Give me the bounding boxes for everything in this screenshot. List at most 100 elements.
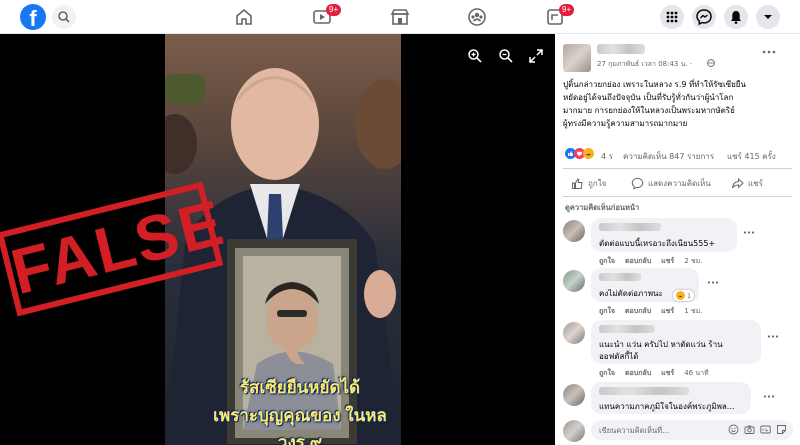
share-button[interactable]: แชร์ bbox=[731, 174, 763, 192]
post-photo-viewer: FALSE รัสเซียยืนหยัดได้ เพราะบุญคุณของ ใ… bbox=[0, 34, 555, 445]
more-options-icon bbox=[763, 395, 775, 398]
search-icon bbox=[58, 11, 70, 23]
like-button[interactable]: ถูกใจ bbox=[571, 174, 606, 192]
share-label: แชร์ bbox=[748, 178, 763, 188]
search-button[interactable] bbox=[52, 5, 76, 29]
groups-icon bbox=[468, 8, 486, 26]
fullscreen-button[interactable] bbox=[528, 48, 544, 64]
comment-like-link[interactable]: ถูกใจ bbox=[599, 256, 615, 267]
facebook-logo-letter: f bbox=[29, 6, 37, 30]
post-text: ปูติ้นกล่าวยกย่อง เพราะในหลวง ร.9 ที่ทำใ… bbox=[563, 78, 795, 130]
comment-actions: ถูกใจ ตอบกลับ แชร์ 2 ชม. bbox=[599, 256, 702, 267]
divider bbox=[563, 196, 792, 197]
commenter-avatar[interactable] bbox=[563, 220, 585, 242]
share-icon bbox=[732, 177, 744, 189]
commenter-name-redacted[interactable] bbox=[599, 325, 655, 333]
zoom-in-button[interactable] bbox=[467, 48, 483, 64]
comment-options-button[interactable] bbox=[707, 280, 719, 285]
reaction-icons[interactable] bbox=[565, 148, 594, 159]
gaming-badge: 9+ bbox=[559, 4, 575, 16]
bell-icon bbox=[731, 11, 741, 24]
haha-reaction-icon bbox=[676, 291, 685, 300]
home-icon bbox=[236, 8, 252, 25]
comment-bubble: ตัดต่อแบบนี้เหรอวะถึงเนียน555+ bbox=[591, 218, 737, 252]
camera-icon[interactable] bbox=[744, 424, 755, 435]
comment-bubble: แทนความภาคภูมิใจในองค์พระภูมิพล... bbox=[591, 382, 751, 414]
post-text-line: ปูติ้นกล่าวยกย่อง เพราะในหลวง ร.9 ที่ทำใ… bbox=[563, 80, 746, 89]
commenter-name-redacted[interactable] bbox=[599, 223, 661, 231]
commenter-avatar[interactable] bbox=[563, 270, 585, 292]
comment-reply-link[interactable]: ตอบกลับ bbox=[625, 256, 651, 267]
comment-text: แทนความภาคภูมิใจในองค์พระภูมิพล... bbox=[599, 402, 735, 411]
nav-home[interactable] bbox=[233, 6, 255, 28]
comment-reaction-count: 1 bbox=[687, 291, 692, 300]
globe-icon bbox=[707, 59, 715, 67]
post-options-button[interactable] bbox=[762, 49, 776, 55]
commenter-name-redacted[interactable] bbox=[599, 387, 689, 395]
more-options-icon bbox=[762, 50, 776, 54]
comment-actions: ถูกใจ ตอบกลับ แชร์ 1 ชม. bbox=[599, 306, 702, 317]
commenter-avatar[interactable] bbox=[563, 384, 585, 406]
shares-count[interactable]: แชร์ 415 ครั้ง bbox=[727, 150, 776, 163]
comment-composer[interactable]: เขียนความคิดเห็นที่... bbox=[591, 420, 793, 440]
comment-share-link[interactable]: แชร์ bbox=[661, 256, 674, 267]
comment-like-link[interactable]: ถูกใจ bbox=[599, 306, 615, 317]
comments-count[interactable]: ความคิดเห็น 847 รายการ bbox=[623, 150, 714, 163]
comment-text: ตัดต่อแบบนี้เหรอวะถึงเนียน555+ bbox=[599, 239, 716, 248]
gif-icon[interactable] bbox=[760, 424, 771, 435]
zoom-out-button[interactable] bbox=[498, 48, 514, 64]
comment-options-button[interactable] bbox=[767, 334, 779, 339]
emoji-icon[interactable] bbox=[728, 424, 739, 435]
reaction-count[interactable]: 4 ร bbox=[601, 150, 613, 163]
comment-time[interactable]: 1 ชม. bbox=[684, 306, 702, 317]
messenger-button[interactable] bbox=[692, 5, 716, 29]
comment-text-line2: ออฟตัสกี้ได้ bbox=[599, 352, 639, 361]
top-navigation-bar: f 9+ 9+ bbox=[0, 0, 800, 34]
comment-time[interactable]: 46 นาที bbox=[684, 368, 708, 379]
comment-reply-link[interactable]: ตอบกลับ bbox=[625, 306, 651, 317]
comment-icon bbox=[631, 177, 644, 190]
nav-marketplace[interactable] bbox=[389, 6, 411, 28]
more-options-icon bbox=[743, 231, 755, 234]
comment-bubble: แนะนำ แว่น ครับไป หาตัดแว่น ร้าน ออฟตัสก… bbox=[591, 320, 761, 364]
comment-time[interactable]: 2 ชม. bbox=[684, 256, 702, 267]
comment-options-button[interactable] bbox=[743, 230, 755, 235]
comment-share-link[interactable]: แชร์ bbox=[661, 368, 674, 379]
post-timestamp[interactable]: 27 กุมภาพันธ์ เวลา 08:43 น. · bbox=[597, 59, 692, 70]
comment-like-link[interactable]: ถูกใจ bbox=[599, 368, 615, 379]
view-previous-comments[interactable]: ดูความคิดเห็นก่อนหน้า bbox=[565, 202, 639, 214]
chevron-down-icon bbox=[764, 15, 772, 19]
commenter-avatar[interactable] bbox=[563, 322, 585, 344]
comment-actions: ถูกใจ ตอบกลับ แชร์ 46 นาที bbox=[599, 368, 709, 379]
comment-label: แสดงความคิดเห็น bbox=[648, 178, 711, 188]
thumbs-up-icon bbox=[572, 177, 583, 189]
menu-button[interactable] bbox=[660, 5, 684, 29]
notifications-button[interactable] bbox=[724, 5, 748, 29]
comment-reply-link[interactable]: ตอบกลับ bbox=[625, 368, 651, 379]
comment-share-link[interactable]: แชร์ bbox=[661, 306, 674, 317]
watch-badge: 9+ bbox=[326, 4, 342, 16]
comment-reaction-badge[interactable]: 1 bbox=[673, 290, 695, 301]
haha-reaction-icon bbox=[583, 148, 594, 159]
sticker-icon[interactable] bbox=[776, 424, 787, 435]
comment-button[interactable]: แสดงความคิดเห็น bbox=[631, 174, 711, 192]
current-user-avatar[interactable] bbox=[563, 420, 585, 442]
post-text-line: มากมาย การยกย่องให้ในหลวงเป็นพระมหากษัตร… bbox=[563, 106, 735, 115]
messenger-icon bbox=[696, 9, 712, 26]
facebook-logo[interactable]: f bbox=[20, 4, 46, 30]
poster-name-redacted[interactable] bbox=[597, 44, 645, 54]
poster-avatar[interactable] bbox=[563, 44, 591, 72]
nav-groups[interactable] bbox=[466, 6, 488, 28]
marketplace-icon bbox=[390, 9, 410, 25]
zoom-in-icon bbox=[468, 49, 482, 63]
more-options-icon bbox=[767, 335, 779, 338]
more-options-icon bbox=[707, 281, 719, 284]
commenter-name-redacted[interactable] bbox=[599, 273, 641, 281]
account-button[interactable] bbox=[756, 5, 780, 29]
expand-icon bbox=[529, 49, 543, 63]
like-label: ถูกใจ bbox=[588, 178, 607, 188]
comment-options-button[interactable] bbox=[763, 394, 775, 399]
post-text-line: ผู้ทรงมีความรู้ความสามารถมากมาย bbox=[563, 119, 688, 128]
comment-text: คงไม่ตัดต่อภาพนะ bbox=[599, 289, 663, 298]
comment-input-placeholder: เขียนความคิดเห็นที่... bbox=[599, 426, 670, 435]
